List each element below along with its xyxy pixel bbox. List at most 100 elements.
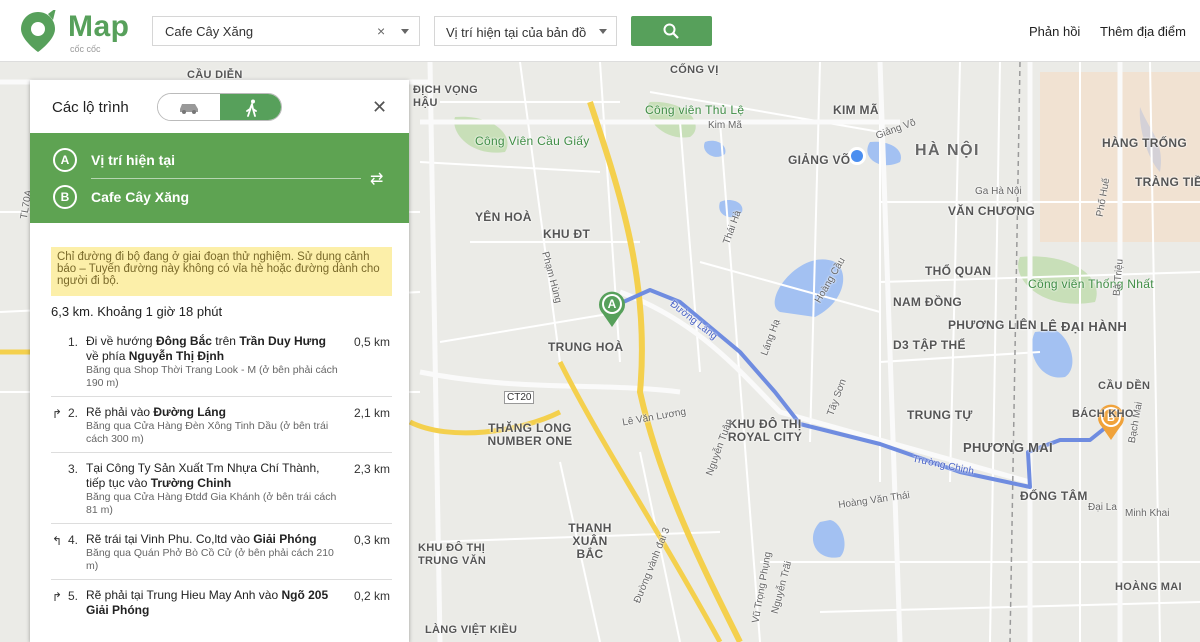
district-label: D3 TẬP THỂ [893,338,966,352]
step-number: 4. [68,533,79,547]
turn-right-icon: ↱ [52,590,63,604]
district-label: KHU ĐT [543,227,591,241]
panel-title: Các lộ trình [52,99,129,116]
street-label: Đại La [1088,502,1117,513]
step-number: 2. [68,406,79,420]
district-label: VĂN CHƯƠNG [948,204,1036,218]
logo-subtitle: cốc cốc [70,44,101,54]
turn-left-icon: ↰ [52,534,63,548]
district-label: LÊ ĐẠI HÀNH [1040,319,1128,334]
step-distance: 0,3 km [353,533,390,547]
map-pin-logo-icon [21,10,56,52]
district-label: HÀ NỘI [915,142,980,159]
step-distance: 2,3 km [353,462,390,476]
park-label: Công Viên Cầu Giấy [475,134,590,148]
walk-icon [246,99,257,117]
district-label: BÁCH KHO [1072,408,1134,420]
railway [1009,62,1021,642]
origin-marker-a[interactable]: A [599,291,625,327]
district-label: TRUNG TỰ [907,408,973,422]
origin-badge: A [53,148,77,172]
district-label: PHƯƠNG MAI [963,440,1053,455]
district-label: HOÀNG MAI [1115,581,1182,593]
travel-mode-toggle [157,93,282,121]
clear-search-icon[interactable]: × [377,23,385,39]
close-panel-icon[interactable]: ✕ [372,97,387,118]
walk-mode-button[interactable] [220,94,281,120]
walking-warning: Chỉ đường đi bộ đang ở giai đoạn thử ngh… [51,247,392,296]
step-instruction: Rẽ phải tại Trung Hieu May Anh vào Ngõ 2… [86,588,329,617]
district-label: PHƯƠNG LIÊN [948,318,1037,332]
route-endpoints: A Vị trí hiện tại B Cafe Cây Xăng ⇄ [30,133,409,223]
search-button[interactable] [631,16,712,46]
step-instruction: Tại Công Ty Sản Xuất Tm Nhựa Chí Thành, … [86,461,320,490]
park-label: Công viên Thủ Lệ [645,103,745,117]
step-instruction: Rẽ trái tại Vinh Phu. Co,ltd vào Giải Ph… [86,532,317,546]
park-label: Công viên Thống Nhất [1028,277,1154,291]
origin-marker-letter: A [608,297,617,311]
step-distance: 0,2 km [353,589,390,603]
swap-endpoints-icon[interactable]: ⇄ [370,169,383,189]
district-label: THỔ QUAN [925,264,992,278]
top-bar: Map cốc cốc × Vị trí hiện tại của bản đồ… [0,0,1200,62]
district-label: KIM MÃ [833,103,879,117]
district-label: ĐỊCH VỌNG HẬU [413,84,479,109]
search-box: × [152,16,420,46]
step-number: 5. [68,589,79,603]
district-label: ĐỐNG TÂM [1020,489,1088,503]
chevron-down-icon [599,29,607,34]
road-number-label: CT20 [504,391,535,404]
district-label: CẦU DỀN [1098,380,1151,392]
step-landmark: Băng qua Cửa Hàng Đtdđ Gia Khánh (ở bên … [86,491,337,516]
street-label: Kim Mã [708,120,742,131]
district-label: HÀNG TRỐNG [1102,136,1187,150]
direction-step[interactable]: ↰ 4. Rẽ trái tại Vinh Phu. Co,ltd vào Gi… [51,524,392,580]
district-label: THANH XUÂN BẮC [568,521,612,561]
destination-input[interactable]: Cafe Cây Xăng [91,189,189,205]
search-icon [663,23,679,39]
step-instruction: Đi về hướng Đông Bắc trên Trần Duy Hưng … [86,334,327,363]
step-instruction: Rẽ phải vào Đường Láng [86,405,226,419]
lake [1031,330,1073,378]
step-landmark: Băng qua Cửa Hàng Đèn Xông Tinh Dầu (ở b… [86,420,329,445]
direction-step[interactable]: ↱ 5. Rẽ phải tại Trung Hieu May Anh vào … [51,580,392,624]
step-number: 3. [68,462,79,476]
step-distance: 0,5 km [353,335,390,349]
location-scope-value: Vị trí hiện tại của bản đồ [446,25,587,40]
search-input[interactable] [153,17,368,45]
coccoc-map-logo[interactable]: Map cốc cốc [18,10,136,54]
logo-title: Map [68,10,130,43]
car-icon [180,104,198,114]
direction-step[interactable]: 3. Tại Công Ty Sản Xuất Tm Nhựa Chí Thàn… [51,453,392,524]
street-label: Ga Hà Nội [975,186,1022,197]
step-landmark: Băng qua Quán Phở Bò Cồ Cử (ở bên phải c… [86,547,334,572]
district-label: THĂNG LONG NUMBER ONE [487,421,573,448]
panel-header: Các lộ trình ✕ [30,80,409,133]
route-summary: 6,3 km. Khoảng 1 giờ 18 phút [51,304,223,319]
direction-step[interactable]: 1. Đi về hướng Đông Bắc trên Trần Duy Hư… [51,326,392,397]
step-landmark: Băng qua Shop Thời Trang Look - M (ở bên… [86,364,338,389]
ring-road-3-highway [587,101,743,642]
current-location-dot [851,150,863,162]
destination-badge: B [53,185,77,209]
origin-input[interactable]: Vị trí hiện tại [91,152,175,168]
divider [91,178,361,179]
district-label: LÀNG VIỆT KIỀU [425,624,518,636]
add-place-link[interactable]: Thêm địa điểm [1100,24,1186,39]
district-label: KHU ĐÔ THỊ TRUNG VĂN [418,542,487,567]
district-label: TRÀNG TIỀN [1135,175,1200,189]
search-dropdown-chevron-icon[interactable] [401,29,409,34]
district-label: CỐNG VỊ [670,64,719,76]
district-label: NAM ĐỒNG [893,295,963,309]
direction-step[interactable]: ↱ 2. Rẽ phải vào Đường Láng Băng qua Cửa… [51,397,392,453]
location-scope-select[interactable]: Vị trí hiện tại của bản đồ [434,16,617,46]
directions-panel: Các lộ trình ✕ A Vị trí hiện tại B Cafe … [30,80,409,642]
feedback-link[interactable]: Phản hồi [1029,24,1080,39]
step-distance: 2,1 km [353,406,390,420]
district-label: GIẢNG VÕ [788,153,851,167]
lake [812,520,845,558]
street-label: Minh Khai [1125,508,1170,519]
car-mode-button[interactable] [158,94,220,120]
direction-steps: 1. Đi về hướng Đông Bắc trên Trần Duy Hư… [51,326,392,624]
step-number: 1. [68,335,79,349]
